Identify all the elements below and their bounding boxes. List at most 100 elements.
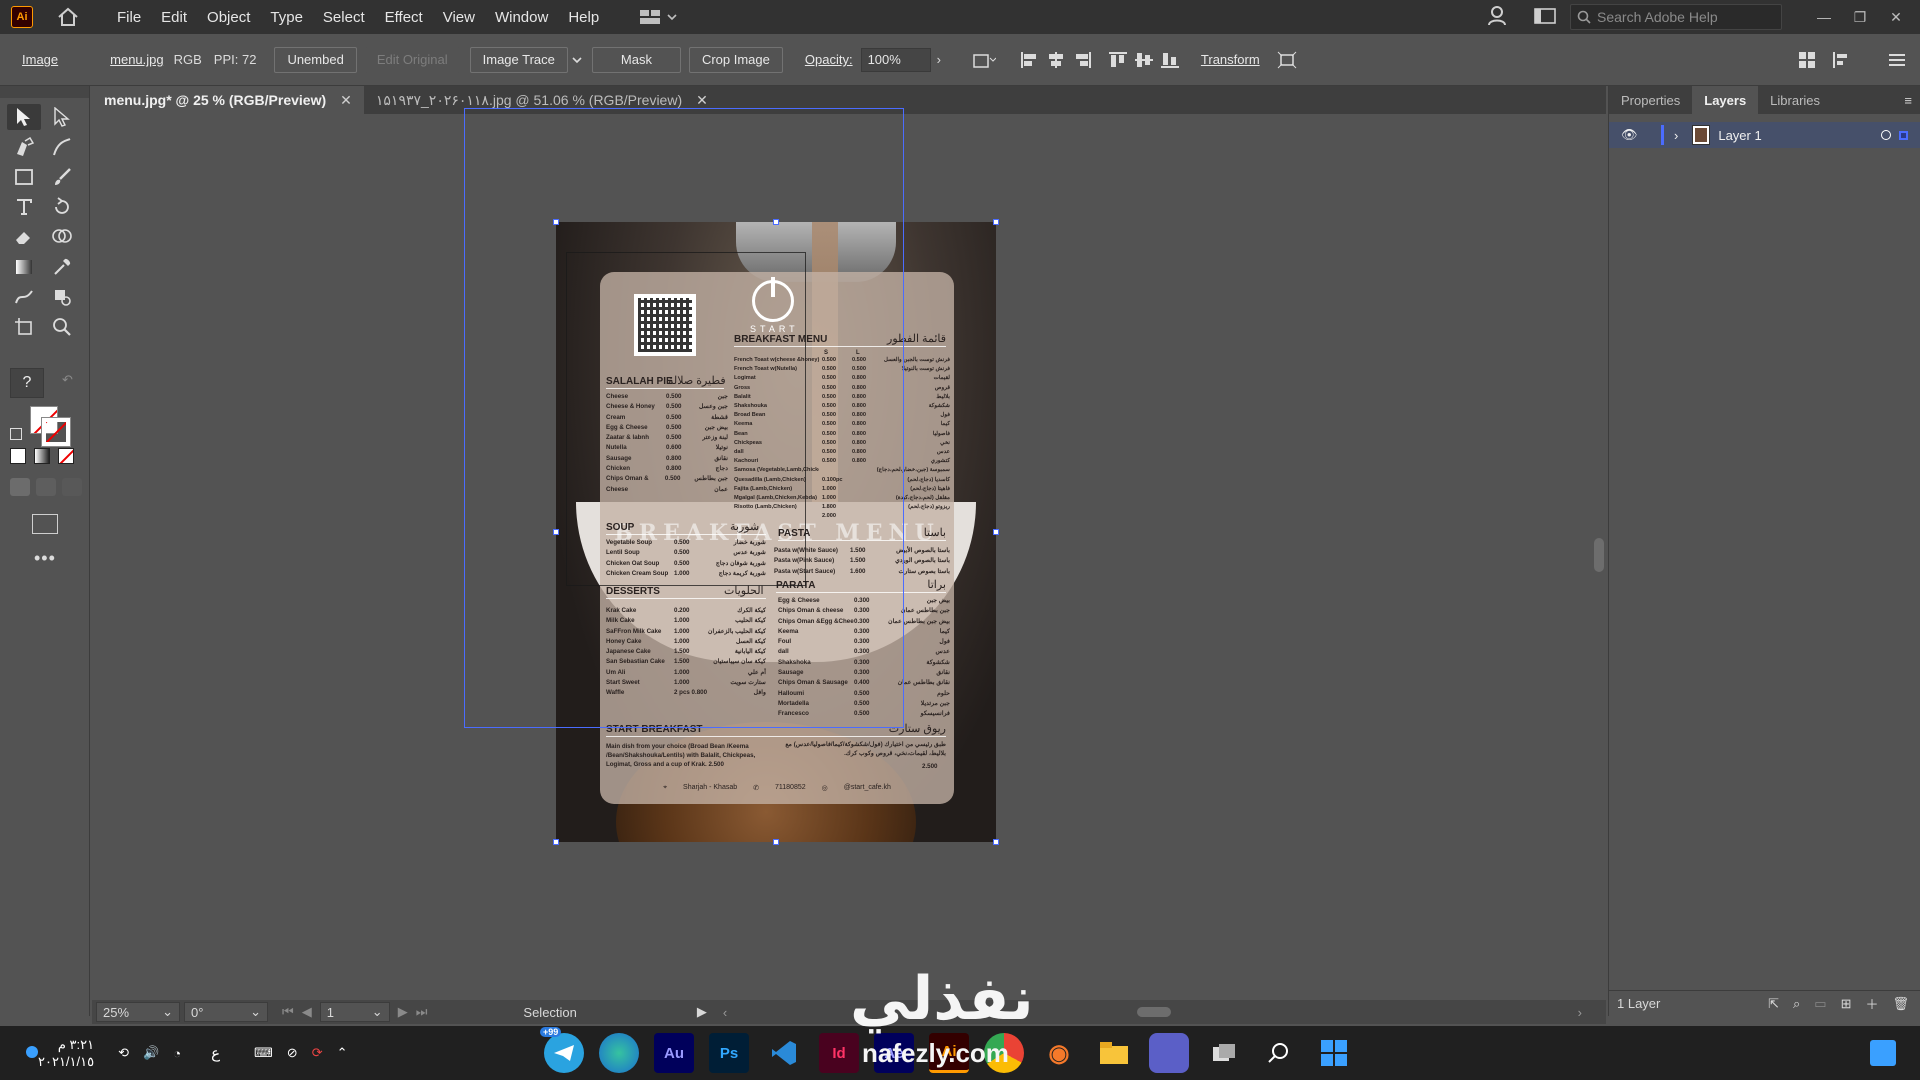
locate-object-icon[interactable]: ⌕ [1793, 996, 1800, 1012]
align-top-icon[interactable] [1105, 47, 1131, 73]
task-view-icon[interactable] [1204, 1033, 1244, 1073]
target-circle-icon[interactable] [1881, 130, 1891, 140]
next-artboard-icon[interactable]: ▶ [398, 1004, 408, 1020]
selection-square-icon[interactable] [1899, 130, 1908, 140]
handle-bottom-right[interactable] [993, 839, 999, 845]
none-button[interactable] [58, 448, 74, 464]
puppet-warp-tool-icon[interactable] [7, 284, 41, 310]
close-icon[interactable]: ✕ [696, 92, 708, 109]
draw-inside-icon[interactable] [62, 478, 82, 496]
artboard-tool-icon[interactable] [7, 314, 41, 340]
direct-selection-tool-icon[interactable] [45, 104, 79, 130]
scroll-left-icon[interactable]: ‹ [723, 1005, 727, 1020]
previous-artboard-icon[interactable]: ◀ [302, 1004, 312, 1020]
delete-layer-icon[interactable]: 🗑 [1892, 996, 1909, 1012]
tab-second-image[interactable]: ۱۵۱۹۳۷_۲۰۲۶۰۱۱۸.jpg @ 51.06 % (RGB/Previ… [364, 86, 720, 114]
file-explorer-app-icon[interactable] [1094, 1033, 1134, 1073]
linked-file-name[interactable]: menu.jpg [110, 52, 163, 67]
layer-name[interactable]: Layer 1 [1718, 128, 1761, 143]
search-adobe-help[interactable]: Search Adobe Help [1570, 4, 1782, 30]
tab-properties[interactable]: Properties [1609, 86, 1692, 114]
mic-off-icon[interactable]: ⊘ [287, 1045, 298, 1061]
align-right-icon[interactable] [1069, 47, 1095, 73]
menu-help[interactable]: Help [558, 9, 609, 26]
placed-image[interactable]: START BREAKFAST MENU قائمة الفطور S L Fr… [556, 222, 996, 842]
start-button-icon[interactable] [1314, 1033, 1354, 1073]
audition-app-icon[interactable]: Au [654, 1033, 694, 1073]
workspace-switcher[interactable] [639, 9, 677, 25]
recolor-artwork-icon[interactable] [971, 47, 997, 73]
distribute-icon[interactable] [1828, 47, 1854, 73]
gradient-button[interactable] [34, 448, 50, 464]
crop-image-button[interactable]: Crop Image [688, 46, 783, 73]
scroll-thumb[interactable] [1594, 538, 1604, 572]
menu-select[interactable]: Select [313, 9, 375, 26]
clipping-mask-icon[interactable]: ▭ [1814, 996, 1826, 1012]
type-tool-icon[interactable] [7, 194, 41, 220]
align-bottom-icon[interactable] [1157, 47, 1183, 73]
visibility-eye-icon[interactable]: 👁 [1621, 127, 1643, 143]
handle-bottom-left[interactable] [553, 839, 559, 845]
scroll-right-icon[interactable]: › [1578, 1005, 1582, 1020]
opacity-label[interactable]: Opacity: [805, 52, 853, 67]
live-paint-tool-icon[interactable] [45, 284, 79, 310]
taskbar-clock[interactable]: ٣:٢١ م ٢٠٢١/١/١٥ [38, 1036, 94, 1070]
screen-mode-icon[interactable] [32, 514, 58, 534]
menu-object[interactable]: Object [197, 9, 260, 26]
shape-builder-tool-icon[interactable] [45, 224, 79, 250]
wifi-icon[interactable]: ◔ [173, 1046, 181, 1061]
swap-fill-stroke-icon[interactable] [10, 428, 22, 440]
handle-middle-left[interactable] [553, 529, 559, 535]
curvature-tool-icon[interactable] [45, 134, 79, 160]
zoom-tool-icon[interactable] [45, 314, 79, 340]
minimize-button[interactable]: — [1806, 9, 1842, 25]
color-button[interactable] [10, 448, 26, 464]
indesign-app-icon[interactable]: Id [819, 1033, 859, 1073]
menu-effect[interactable]: Effect [375, 9, 433, 26]
menu-file[interactable]: File [107, 9, 151, 26]
pen-tool-icon[interactable] [7, 134, 41, 160]
opacity-field[interactable]: 100% [860, 47, 931, 72]
rotate-tool-icon[interactable] [45, 194, 79, 220]
gradient-tool-icon[interactable] [7, 254, 41, 280]
handle-bottom-center[interactable] [773, 839, 779, 845]
layer-row[interactable]: 👁 › Layer 1 [1609, 122, 1920, 148]
search-taskbar-icon[interactable] [1259, 1033, 1299, 1073]
new-sublayer-icon[interactable]: ⊞ [1841, 996, 1852, 1012]
selection-tool-icon[interactable] [7, 104, 41, 130]
blender-app-icon[interactable]: ◉ [1039, 1033, 1079, 1073]
menu-window[interactable]: Window [485, 9, 558, 26]
unembed-button[interactable]: Unembed [274, 46, 357, 73]
expand-layer-icon[interactable]: › [1674, 128, 1678, 143]
notification-dot-icon[interactable] [26, 1046, 38, 1058]
tab-layers[interactable]: Layers [1692, 86, 1759, 114]
undo-icon[interactable]: ↶ [62, 372, 73, 388]
edge-app-icon[interactable] [599, 1033, 639, 1073]
menu-view[interactable]: View [433, 9, 485, 26]
arrange-icon[interactable] [1794, 47, 1820, 73]
toolbar-grip[interactable] [0, 86, 89, 98]
help-question-icon[interactable]: ? [10, 368, 44, 398]
horizontal-scroll-thumb[interactable] [1137, 1007, 1172, 1017]
arrange-documents-icon[interactable] [1534, 7, 1556, 27]
cloud-sync-icon[interactable]: ⟲ [118, 1045, 129, 1061]
stroke-swatch[interactable] [41, 417, 71, 447]
update-icon[interactable]: ⟳ [312, 1045, 323, 1061]
vscode-app-icon[interactable] [764, 1033, 804, 1073]
panel-menu-icon[interactable] [1884, 47, 1910, 73]
tab-menu-jpg[interactable]: menu.jpg* @ 25 % (RGB/Preview) ✕ [92, 86, 364, 114]
menu-type[interactable]: Type [260, 9, 313, 26]
new-layer-icon[interactable]: ＋ [1865, 994, 1878, 1013]
teams-app-icon[interactable] [1149, 1033, 1189, 1073]
home-icon[interactable] [55, 5, 81, 29]
image-trace-button[interactable]: Image Trace [469, 46, 568, 73]
mask-button[interactable]: Mask [591, 46, 681, 73]
align-center-icon[interactable] [1043, 47, 1069, 73]
handle-middle-right[interactable] [993, 529, 999, 535]
draw-behind-icon[interactable] [36, 478, 56, 496]
telegram-app-icon[interactable]: +99 [540, 1027, 584, 1073]
edit-toolbar-icon[interactable]: ••• [34, 548, 56, 569]
zoom-field[interactable]: 25% ⌄ [96, 1002, 180, 1022]
photoshop-app-icon[interactable]: Ps [709, 1033, 749, 1073]
volume-icon[interactable]: 🔊 [143, 1045, 159, 1061]
